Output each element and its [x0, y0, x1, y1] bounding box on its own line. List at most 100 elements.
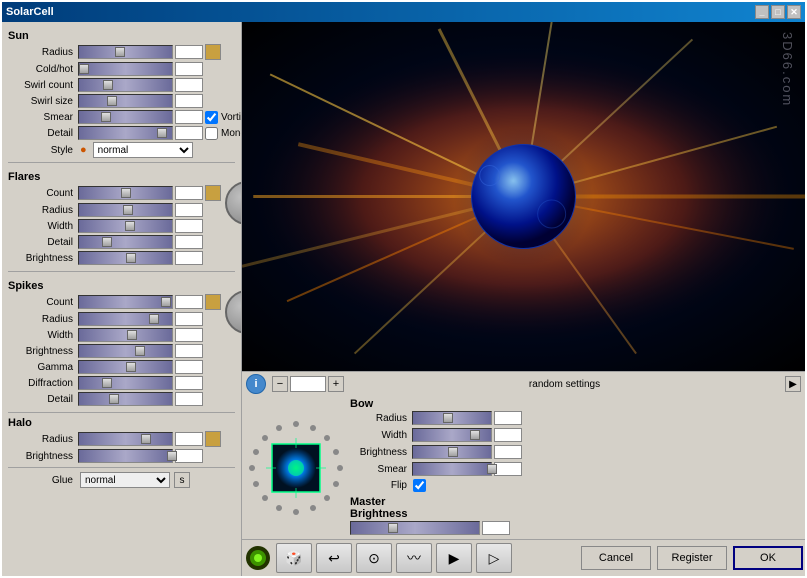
zoom-in-button[interactable]: +: [328, 376, 344, 392]
flares-radius-input[interactable]: 47: [175, 203, 203, 217]
spikes-count-row: Count 94: [8, 294, 221, 310]
halo-radius-input[interactable]: 67: [175, 432, 203, 446]
sun-section-title: Sun: [8, 30, 235, 42]
halo-radius-slider[interactable]: [78, 432, 173, 446]
spikes-gamma-input[interactable]: 51: [175, 360, 203, 374]
halo-brightness-input[interactable]: 99: [175, 449, 203, 463]
spikes-detail-label: Detail: [8, 394, 76, 405]
undo-button[interactable]: ↩: [316, 543, 352, 573]
divider-1: [8, 162, 235, 163]
ok-button[interactable]: OK: [733, 546, 803, 570]
spikes-radius-label: Radius: [8, 314, 76, 325]
sun-style-select[interactable]: normal plasma fire ice: [93, 142, 193, 158]
flares-count-input[interactable]: 45: [175, 186, 203, 200]
flares-dial-container: [225, 181, 242, 227]
sun-swirl-size-slider[interactable]: [78, 94, 173, 108]
bow-radius-input[interactable]: 35: [494, 411, 522, 425]
wave-button[interactable]: 〰: [396, 543, 432, 573]
halo-color-swatch[interactable]: [205, 431, 221, 447]
sun-smear-slider[interactable]: [78, 110, 173, 124]
cancel-button[interactable]: Cancel: [581, 546, 651, 570]
bow-width-input[interactable]: 72: [494, 428, 522, 442]
circle-button[interactable]: ⊙: [356, 543, 392, 573]
monopoles-checkbox[interactable]: [205, 127, 218, 140]
flares-detail-slider[interactable]: [78, 235, 173, 249]
spikes-count-slider[interactable]: [78, 295, 173, 309]
spikes-gamma-slider[interactable]: [78, 360, 173, 374]
zoom-input[interactable]: 100%: [290, 376, 326, 392]
spikes-dial[interactable]: [225, 290, 242, 334]
sun-swirl-count-slider[interactable]: [78, 78, 173, 92]
sun-detail-input[interactable]: 83: [175, 126, 203, 140]
bow-smear-input[interactable]: 94: [494, 462, 522, 476]
play-button[interactable]: ▶: [436, 543, 472, 573]
expand-button[interactable]: ▶: [785, 376, 801, 392]
bow-brightness-input[interactable]: 42: [494, 445, 522, 459]
sun-smear-label: Smear: [8, 112, 76, 123]
sun-color-swatch[interactable]: [205, 44, 221, 60]
sun-coldhot-row: Cold/hot 0: [8, 62, 235, 76]
sun-coldhot-input[interactable]: 0: [175, 62, 203, 76]
spikes-width-slider[interactable]: [78, 328, 173, 342]
bow-brightness-label: Brightness: [350, 447, 410, 458]
sun-coldhot-slider[interactable]: [78, 62, 173, 76]
halo-radius-row: Radius 67: [8, 431, 235, 447]
sun-style-row: Style ● normal plasma fire ice: [8, 142, 235, 158]
maximize-button[interactable]: □: [771, 5, 785, 19]
flares-width-slider[interactable]: [78, 219, 173, 233]
flares-radius-slider[interactable]: [78, 203, 173, 217]
flares-detail-input[interactable]: 25: [175, 235, 203, 249]
spikes-color-swatch[interactable]: [205, 294, 221, 310]
spikes-width-input[interactable]: 52: [175, 328, 203, 342]
bow-radius-slider[interactable]: [412, 411, 492, 425]
sun-swirl-count-row: Swirl count 26: [8, 78, 235, 92]
sun-radius-input[interactable]: 38: [175, 45, 203, 59]
flares-brightness-input[interactable]: 50: [175, 251, 203, 265]
bow-smear-slider[interactable]: [412, 462, 492, 476]
sun-swirl-size-input[interactable]: 30: [175, 94, 203, 108]
bow-flip-checkbox[interactable]: [413, 479, 426, 492]
spikes-brightness-slider[interactable]: [78, 344, 173, 358]
sun-radius-slider[interactable]: [78, 45, 173, 59]
flares-radius-label: Radius: [8, 205, 76, 216]
spikes-diffraction-input[interactable]: 25: [175, 376, 203, 390]
sun-swirl-count-input[interactable]: 26: [175, 78, 203, 92]
flares-brightness-slider[interactable]: [78, 251, 173, 265]
spikes-radius-slider[interactable]: [78, 312, 173, 326]
register-button[interactable]: Register: [657, 546, 727, 570]
dice-button[interactable]: 🎲: [276, 543, 312, 573]
sun-smear-input[interactable]: 24: [175, 110, 203, 124]
action-buttons: Cancel Register OK: [581, 546, 803, 570]
bow-brightness-slider[interactable]: [412, 445, 492, 459]
close-button[interactable]: ✕: [787, 5, 801, 19]
flares-dial[interactable]: [225, 181, 242, 225]
halo-brightness-slider[interactable]: [78, 449, 173, 463]
glue-select[interactable]: normal add multiply: [80, 472, 170, 488]
bow-width-slider[interactable]: [412, 428, 492, 442]
flares-color-swatch[interactable]: [205, 185, 221, 201]
vortices-checkbox[interactable]: [205, 111, 218, 124]
spikes-dial-container: [225, 290, 242, 336]
spikes-detail-slider[interactable]: [78, 392, 173, 406]
spikes-count-input[interactable]: 94: [175, 295, 203, 309]
info-button[interactable]: i: [246, 374, 266, 394]
flares-width-input[interactable]: 49: [175, 219, 203, 233]
play2-button[interactable]: ▷: [476, 543, 512, 573]
bow-brightness-row: Brightness 42: [350, 445, 801, 459]
spikes-diffraction-slider[interactable]: [78, 376, 173, 390]
flares-count-slider[interactable]: [78, 186, 173, 200]
spikes-section-title: Spikes: [8, 280, 221, 292]
sun-detail-slider[interactable]: [78, 126, 173, 140]
vortices-label: Vortices: [221, 112, 242, 123]
master-brightness-slider[interactable]: [350, 521, 480, 535]
minimize-button[interactable]: _: [755, 5, 769, 19]
zoom-out-button[interactable]: −: [272, 376, 288, 392]
glue-s-button[interactable]: s: [174, 472, 190, 488]
spikes-detail-input[interactable]: 33: [175, 392, 203, 406]
preview-area: 3D66.com: [242, 22, 805, 371]
spikes-radius-input[interactable]: 77: [175, 312, 203, 326]
master-brightness-input[interactable]: 30: [482, 521, 510, 535]
thumbnail-area: [246, 398, 346, 537]
master-label: Master: [350, 496, 385, 508]
spikes-brightness-input[interactable]: 61: [175, 344, 203, 358]
